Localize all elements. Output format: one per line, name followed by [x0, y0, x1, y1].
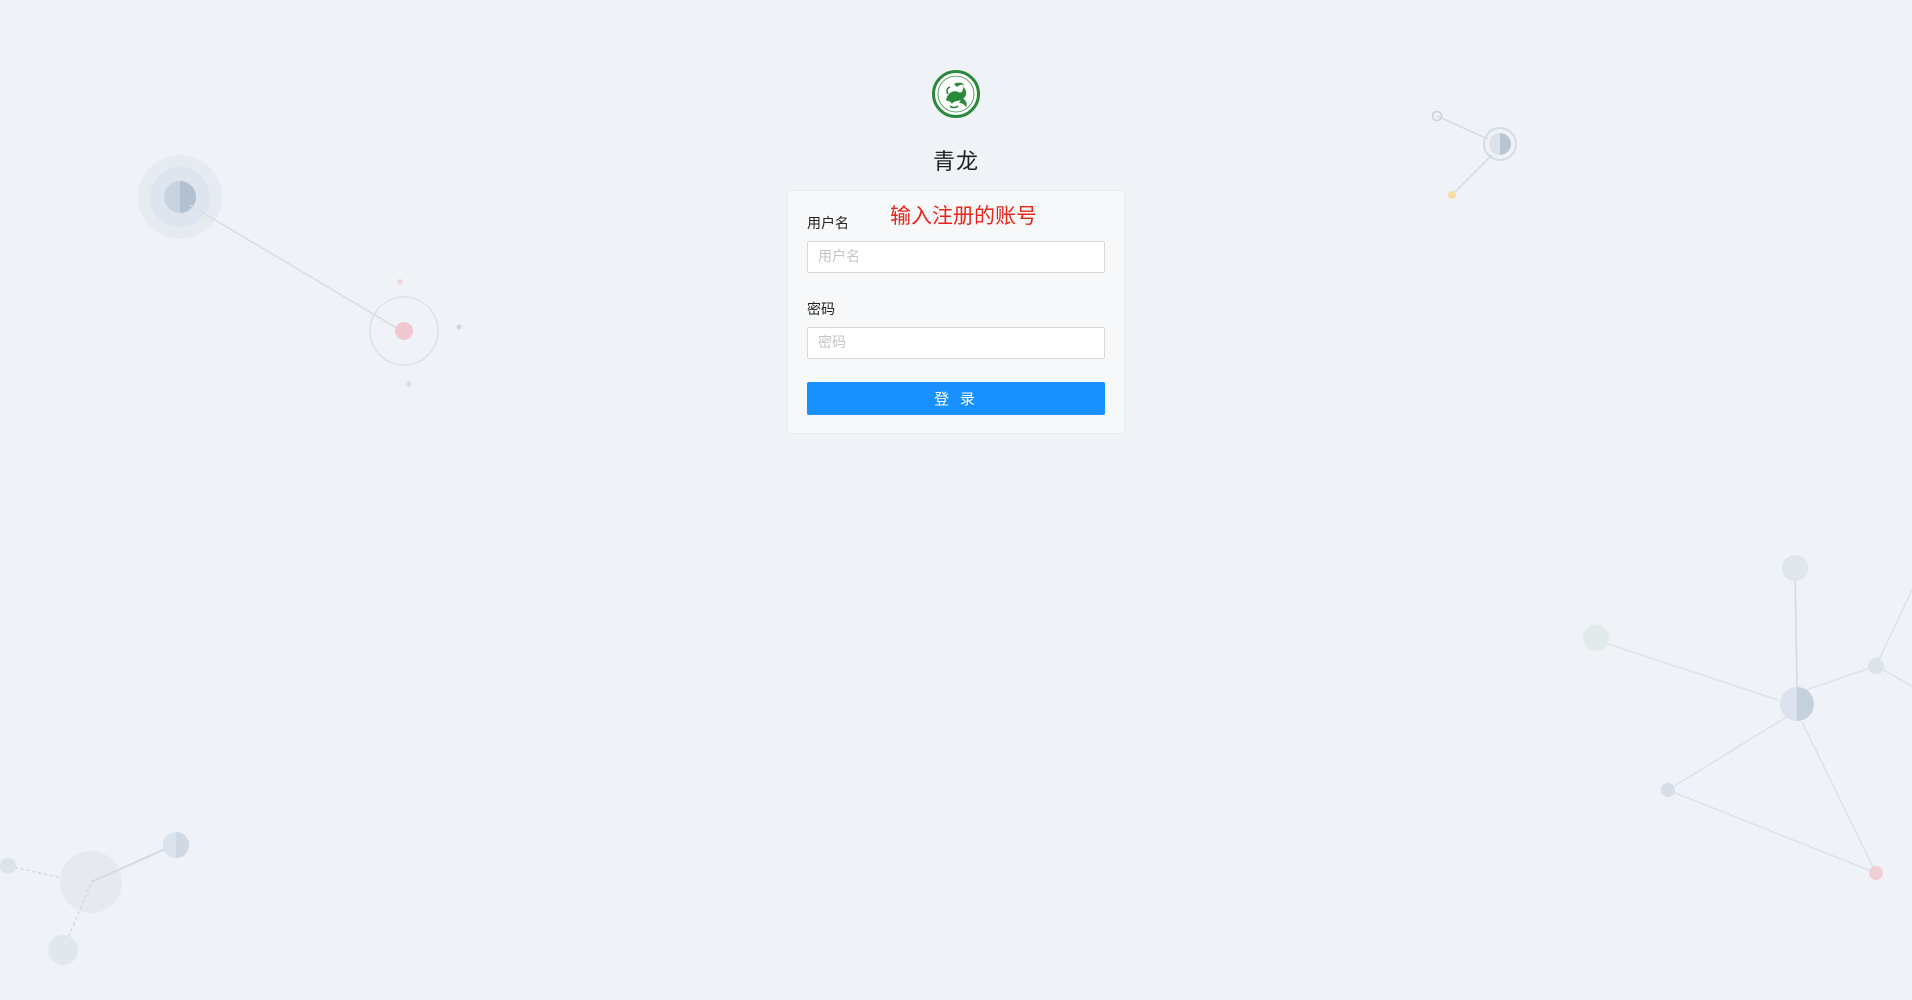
node — [1868, 658, 1884, 674]
username-input[interactable] — [807, 241, 1105, 273]
link — [1595, 639, 1779, 701]
pink-node — [1869, 866, 1883, 880]
dashed-link — [8, 865, 63, 879]
half-node-shade — [176, 832, 189, 858]
link — [1794, 567, 1798, 689]
dot — [397, 279, 403, 285]
dragon-logo-icon — [932, 70, 980, 118]
pink-node — [395, 322, 413, 340]
app-title: 青龙 — [932, 150, 979, 175]
login-page: 青龙 用户名 密码 登 录 输入注册的账号 — [0, 0, 1912, 1000]
node — [1661, 783, 1675, 797]
node — [48, 935, 78, 965]
link — [1436, 115, 1489, 140]
network-bottom-left — [0, 832, 189, 965]
link — [1805, 665, 1877, 691]
link — [189, 204, 401, 331]
half-node-shade — [1797, 687, 1814, 721]
username-label: 用户名 — [807, 216, 849, 232]
annotation-text: 输入注册的账号 — [890, 204, 1037, 228]
link — [1875, 589, 1912, 667]
node — [0, 858, 16, 874]
login-button[interactable]: 登 录 — [807, 382, 1105, 415]
link — [1667, 789, 1877, 874]
network-top-left — [138, 155, 462, 387]
dot — [406, 381, 412, 387]
password-label: 密码 — [807, 302, 835, 318]
link — [1667, 715, 1789, 791]
network-bottom-right — [1583, 555, 1912, 880]
link — [1801, 721, 1877, 874]
password-input[interactable] — [807, 327, 1105, 359]
node — [1782, 555, 1808, 581]
link — [1879, 667, 1912, 687]
yellow-dot — [1448, 191, 1456, 199]
dot — [456, 324, 462, 330]
node — [1583, 625, 1609, 651]
